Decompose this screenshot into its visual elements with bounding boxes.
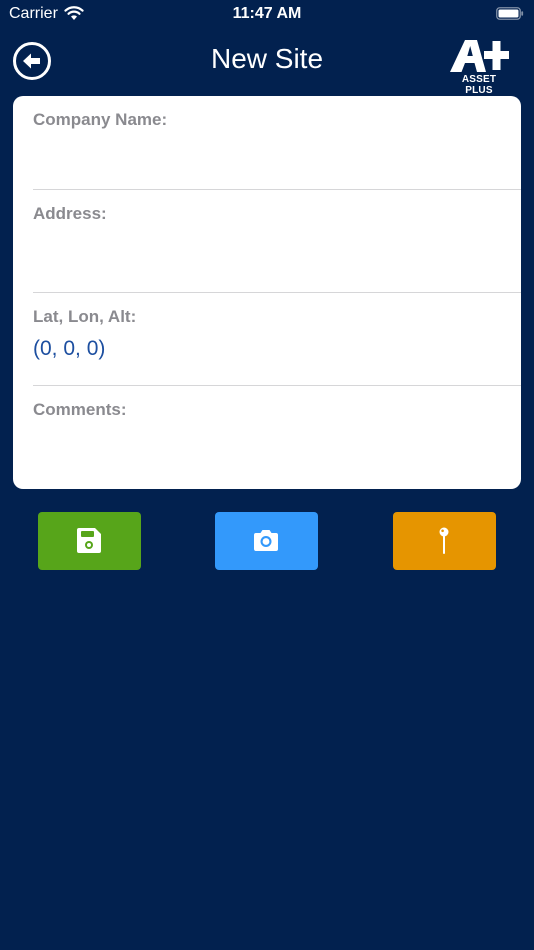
location-label: Lat, Lon, Alt: [33,307,137,326]
location-pin-button[interactable] [393,512,496,570]
company-name-field: Company Name: [13,96,521,190]
nav-bar: New Site ASSET PLUS [0,30,534,96]
status-time: 11:47 AM [232,5,302,22]
company-name-input[interactable] [33,138,503,178]
screen: Carrier 11:47 AM New Site ASSET PLUS Com… [0,0,534,950]
camera-button[interactable] [215,512,318,570]
save-icon [77,528,101,553]
site-form: Company Name: Address: Lat, Lon, Alt: (0… [13,96,521,489]
comments-field: Comments: [13,386,521,489]
location-value[interactable]: (0, 0, 0) [33,337,105,361]
logo-text: ASSET PLUS [461,74,497,96]
battery-icon [496,7,524,20]
status-bar: Carrier 11:47 AM [0,0,534,28]
camera-icon [254,530,278,551]
comments-input[interactable] [33,428,503,468]
company-name-label: Company Name: [33,110,168,129]
location-field: Lat, Lon, Alt: (0, 0, 0) [13,293,521,386]
comments-label: Comments: [33,400,127,419]
logo-mark-icon [450,40,509,72]
asset-plus-logo: ASSET PLUS [448,38,510,96]
address-input[interactable] [33,232,503,272]
address-label: Address: [33,204,107,223]
save-button[interactable] [38,512,141,570]
address-field: Address: [13,190,521,293]
pin-icon [439,527,449,554]
